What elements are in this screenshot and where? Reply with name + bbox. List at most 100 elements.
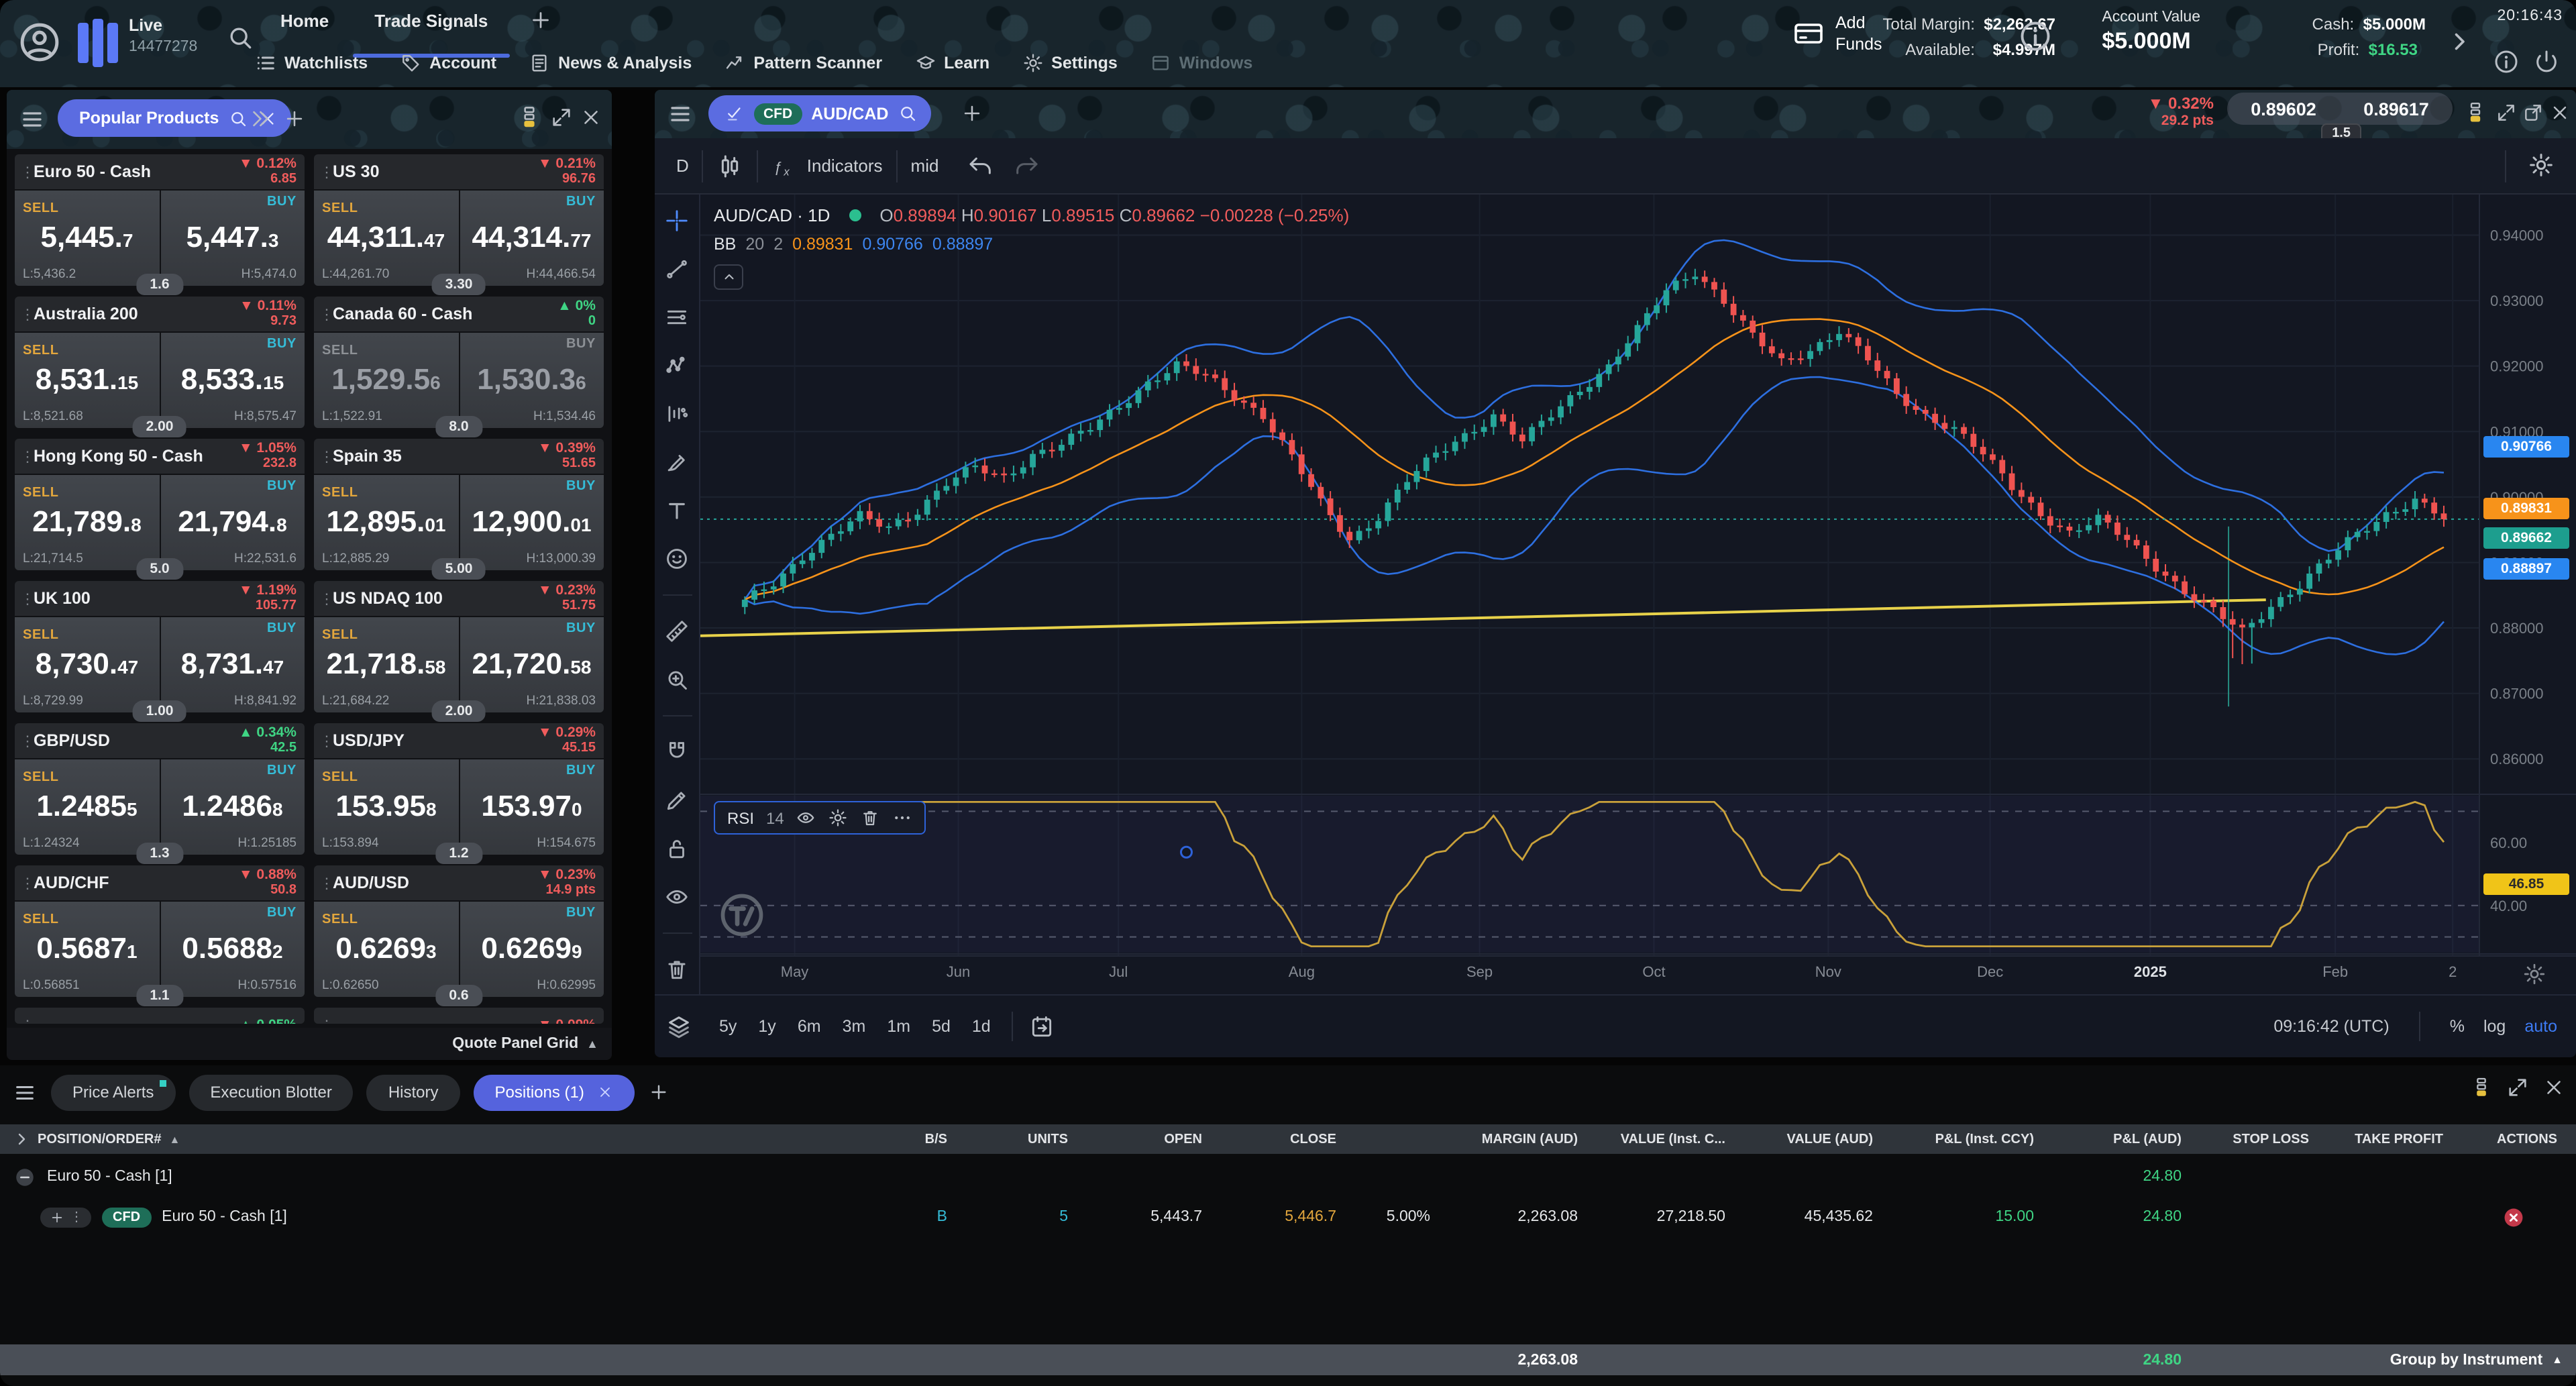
- user-avatar-icon[interactable]: [17, 20, 62, 64]
- power-icon[interactable]: [2533, 48, 2560, 75]
- column-header-p-l-aud-[interactable]: P&L (AUD): [2053, 1132, 2200, 1147]
- column-header-open[interactable]: OPEN: [1087, 1132, 1221, 1147]
- tab-positions-1-[interactable]: Positions (1): [474, 1074, 635, 1110]
- column-header-stop-loss[interactable]: STOP LOSS: [2200, 1132, 2328, 1147]
- buy-button[interactable]: BUY 8,533.15 H:8,575.47: [160, 333, 305, 428]
- column-header-value-aud-[interactable]: VALUE (AUD): [1744, 1132, 1892, 1147]
- column-header-p-l-inst-ccy-[interactable]: P&L (Inst. CCY): [1892, 1132, 2053, 1147]
- quote-tile-canada-60-cash[interactable]: ⋮ Canada 60 - Cash ▲ 0%0 SELL 1,529.56 L…: [314, 297, 604, 428]
- chart-settings-icon[interactable]: [2528, 152, 2555, 178]
- drag-handle-icon[interactable]: ⋮: [319, 732, 333, 749]
- popout-icon[interactable]: [2522, 102, 2544, 123]
- remove-drawings-icon[interactable]: [664, 957, 690, 982]
- measure-tool-icon[interactable]: [664, 619, 690, 644]
- tile-header[interactable]: ⋮ AUD/USD ▼ 0.23%14.9 pts: [314, 865, 604, 900]
- tab-history[interactable]: History: [367, 1074, 460, 1110]
- chart-price-buttons[interactable]: 0.89602 0.89617: [2227, 93, 2453, 125]
- menu-news-analysis[interactable]: News & Analysis: [529, 52, 692, 74]
- buy-button[interactable]: BUY 21,794.8 H:22,531.6: [160, 475, 305, 570]
- buy-button[interactable]: BUY 0.56882 H:0.57516: [160, 902, 305, 997]
- position-row[interactable]: ⋮ CFD Euro 50 - Cash [1] B 5 5,443.7 5,4…: [0, 1200, 2576, 1234]
- tile-header[interactable]: ⋮ AUD/CHF ▼ 0.88%50.8: [15, 865, 305, 900]
- magnet-tool-icon[interactable]: [664, 739, 690, 765]
- drag-handle-icon[interactable]: ⋮: [20, 447, 34, 465]
- tab-trade-signals[interactable]: Trade Signals: [369, 3, 493, 44]
- buy-button[interactable]: BUY 8,731.47 H:8,841.92: [160, 617, 305, 712]
- tile-header[interactable]: ⋮ US NDAQ 100 ▼ 0.23%51.75: [314, 581, 604, 616]
- tile-header[interactable]: ⋮ UK 100 ▼ 1.19%105.77: [15, 581, 305, 616]
- chart-buy-price[interactable]: 0.89617: [2363, 99, 2429, 119]
- more-icon[interactable]: [893, 808, 913, 828]
- tab-home[interactable]: Home: [275, 3, 334, 44]
- tile-header[interactable]: ⋮ USD/JPY ▼ 0.29%45.15: [314, 723, 604, 758]
- percent-scale-button[interactable]: %: [2450, 1017, 2465, 1036]
- quote-tile-aud-chf[interactable]: ⋮ AUD/CHF ▼ 0.88%50.8 SELL 0.56871 L:0.5…: [15, 865, 305, 997]
- layout-columns-icon[interactable]: [2463, 101, 2487, 125]
- menu-pattern-scanner[interactable]: Pattern Scanner: [724, 52, 882, 74]
- menu-account[interactable]: Account: [400, 52, 496, 74]
- goto-date-icon[interactable]: [1030, 1014, 1055, 1039]
- zoom-in-tool-icon[interactable]: [664, 667, 690, 692]
- quote-tile-spain-35[interactable]: ⋮ Spain 35 ▼ 0.39%51.65 SELL 12,895.01 L…: [314, 439, 604, 570]
- close-panel-icon[interactable]: [2542, 1076, 2565, 1099]
- sell-button[interactable]: SELL 0.62693 L:0.62650: [314, 902, 458, 997]
- sell-button[interactable]: SELL 153.958 L:153.894: [314, 759, 458, 855]
- buy-button[interactable]: BUY 12,900.01 H:13,000.39: [460, 475, 604, 570]
- quote-tile-us-ndaq-100[interactable]: ⋮ US NDAQ 100 ▼ 0.23%51.75 SELL 21,718.5…: [314, 581, 604, 712]
- chart-canvas[interactable]: 0.940000.930000.920000.910000.900000.890…: [655, 195, 2576, 994]
- expand-icon[interactable]: [550, 106, 573, 129]
- buy-button[interactable]: BUY 21,720.58 H:21,838.03: [460, 617, 604, 712]
- emoji-tool-icon[interactable]: [664, 546, 690, 572]
- lock-drawings-icon[interactable]: [664, 836, 690, 861]
- quote-tile-uk-100[interactable]: ⋮ UK 100 ▼ 1.19%105.77 SELL 8,730.47 L:8…: [15, 581, 305, 712]
- interval-button[interactable]: D: [676, 156, 689, 176]
- layout-columns-icon[interactable]: [2470, 1076, 2493, 1099]
- position-group-row[interactable]: Euro 50 - Cash [1] 24.80: [0, 1159, 2576, 1194]
- sell-button[interactable]: SELL 21,789.8 L:21,714.5: [15, 475, 159, 570]
- search-icon[interactable]: [898, 103, 918, 123]
- sell-button[interactable]: SELL 12,895.01 L:12,885.29: [314, 475, 458, 570]
- column-header-take-profit[interactable]: TAKE PROFIT: [2328, 1132, 2462, 1147]
- drag-handle-icon[interactable]: ⋮: [319, 447, 333, 465]
- drag-handle-icon[interactable]: ⋮: [20, 163, 34, 180]
- indicators-button[interactable]: Indicators: [807, 156, 883, 176]
- sell-button[interactable]: SELL 1.24855 L:1.24324: [15, 759, 159, 855]
- fib-lines-tool-icon[interactable]: [664, 305, 690, 330]
- tile-header[interactable]: ⋮ Australia 200 ▼ 0.11%9.73: [15, 297, 305, 331]
- info-icon[interactable]: [2493, 48, 2520, 75]
- xabcd-pattern-tool-icon[interactable]: [664, 353, 690, 378]
- layers-icon[interactable]: [665, 1013, 692, 1040]
- gear-icon[interactable]: [828, 808, 849, 828]
- column-header-value-inst-c-[interactable]: VALUE (Inst. C...: [1597, 1132, 1744, 1147]
- buy-button[interactable]: BUY 1.24868 H:1.25185: [160, 759, 305, 855]
- collapse-group-icon[interactable]: [13, 1165, 36, 1188]
- layout-columns-icon[interactable]: [517, 105, 542, 130]
- expand-icon[interactable]: [2496, 102, 2517, 123]
- auto-scale-button[interactable]: auto: [2524, 1017, 2557, 1036]
- sell-button[interactable]: SELL 8,531.15 L:8,521.68: [15, 333, 159, 428]
- chart-clock[interactable]: 09:16:42 (UTC): [2273, 1017, 2389, 1036]
- text-tool-icon[interactable]: [664, 498, 690, 523]
- timeframe-5y[interactable]: 5y: [708, 1012, 747, 1041]
- crosshair-tool-icon[interactable]: [664, 208, 690, 233]
- buy-button[interactable]: BUY 5,447.3 H:5,474.0: [160, 191, 305, 286]
- quote-menu-icon[interactable]: [20, 107, 44, 131]
- timeframe-1y[interactable]: 1y: [747, 1012, 786, 1041]
- close-position-icon[interactable]: [2502, 1206, 2525, 1228]
- sell-button[interactable]: SELL 5,445.7 L:5,436.2: [15, 191, 159, 286]
- column-header-b-s[interactable]: B/S: [899, 1132, 966, 1147]
- add-chart-tab-icon[interactable]: [961, 102, 983, 125]
- quote-tile-australia-200[interactable]: ⋮ Australia 200 ▼ 0.11%9.73 SELL 8,531.1…: [15, 297, 305, 428]
- close-panel-icon[interactable]: [580, 106, 602, 129]
- hide-drawings-icon[interactable]: [664, 884, 690, 910]
- bottom-menu-icon[interactable]: [13, 1081, 36, 1104]
- sell-button[interactable]: SELL 8,730.47 L:8,729.99: [15, 617, 159, 712]
- legend-collapse-button[interactable]: [714, 264, 743, 290]
- quote-tile-aud-usd[interactable]: ⋮ AUD/USD ▼ 0.23%14.9 pts SELL 0.62693 L…: [314, 865, 604, 997]
- column-header-margin-aud-[interactable]: MARGIN (AUD): [1449, 1132, 1597, 1147]
- tile-header[interactable]: ⋮ Euro 50 - Cash ▼ 0.12%6.85: [15, 154, 305, 189]
- add-workspace-tab-icon[interactable]: [528, 8, 552, 32]
- drag-handle-icon[interactable]: ⋮: [20, 305, 34, 323]
- timeframe-1m[interactable]: 1m: [876, 1012, 921, 1041]
- chart-type-icon[interactable]: [717, 152, 744, 179]
